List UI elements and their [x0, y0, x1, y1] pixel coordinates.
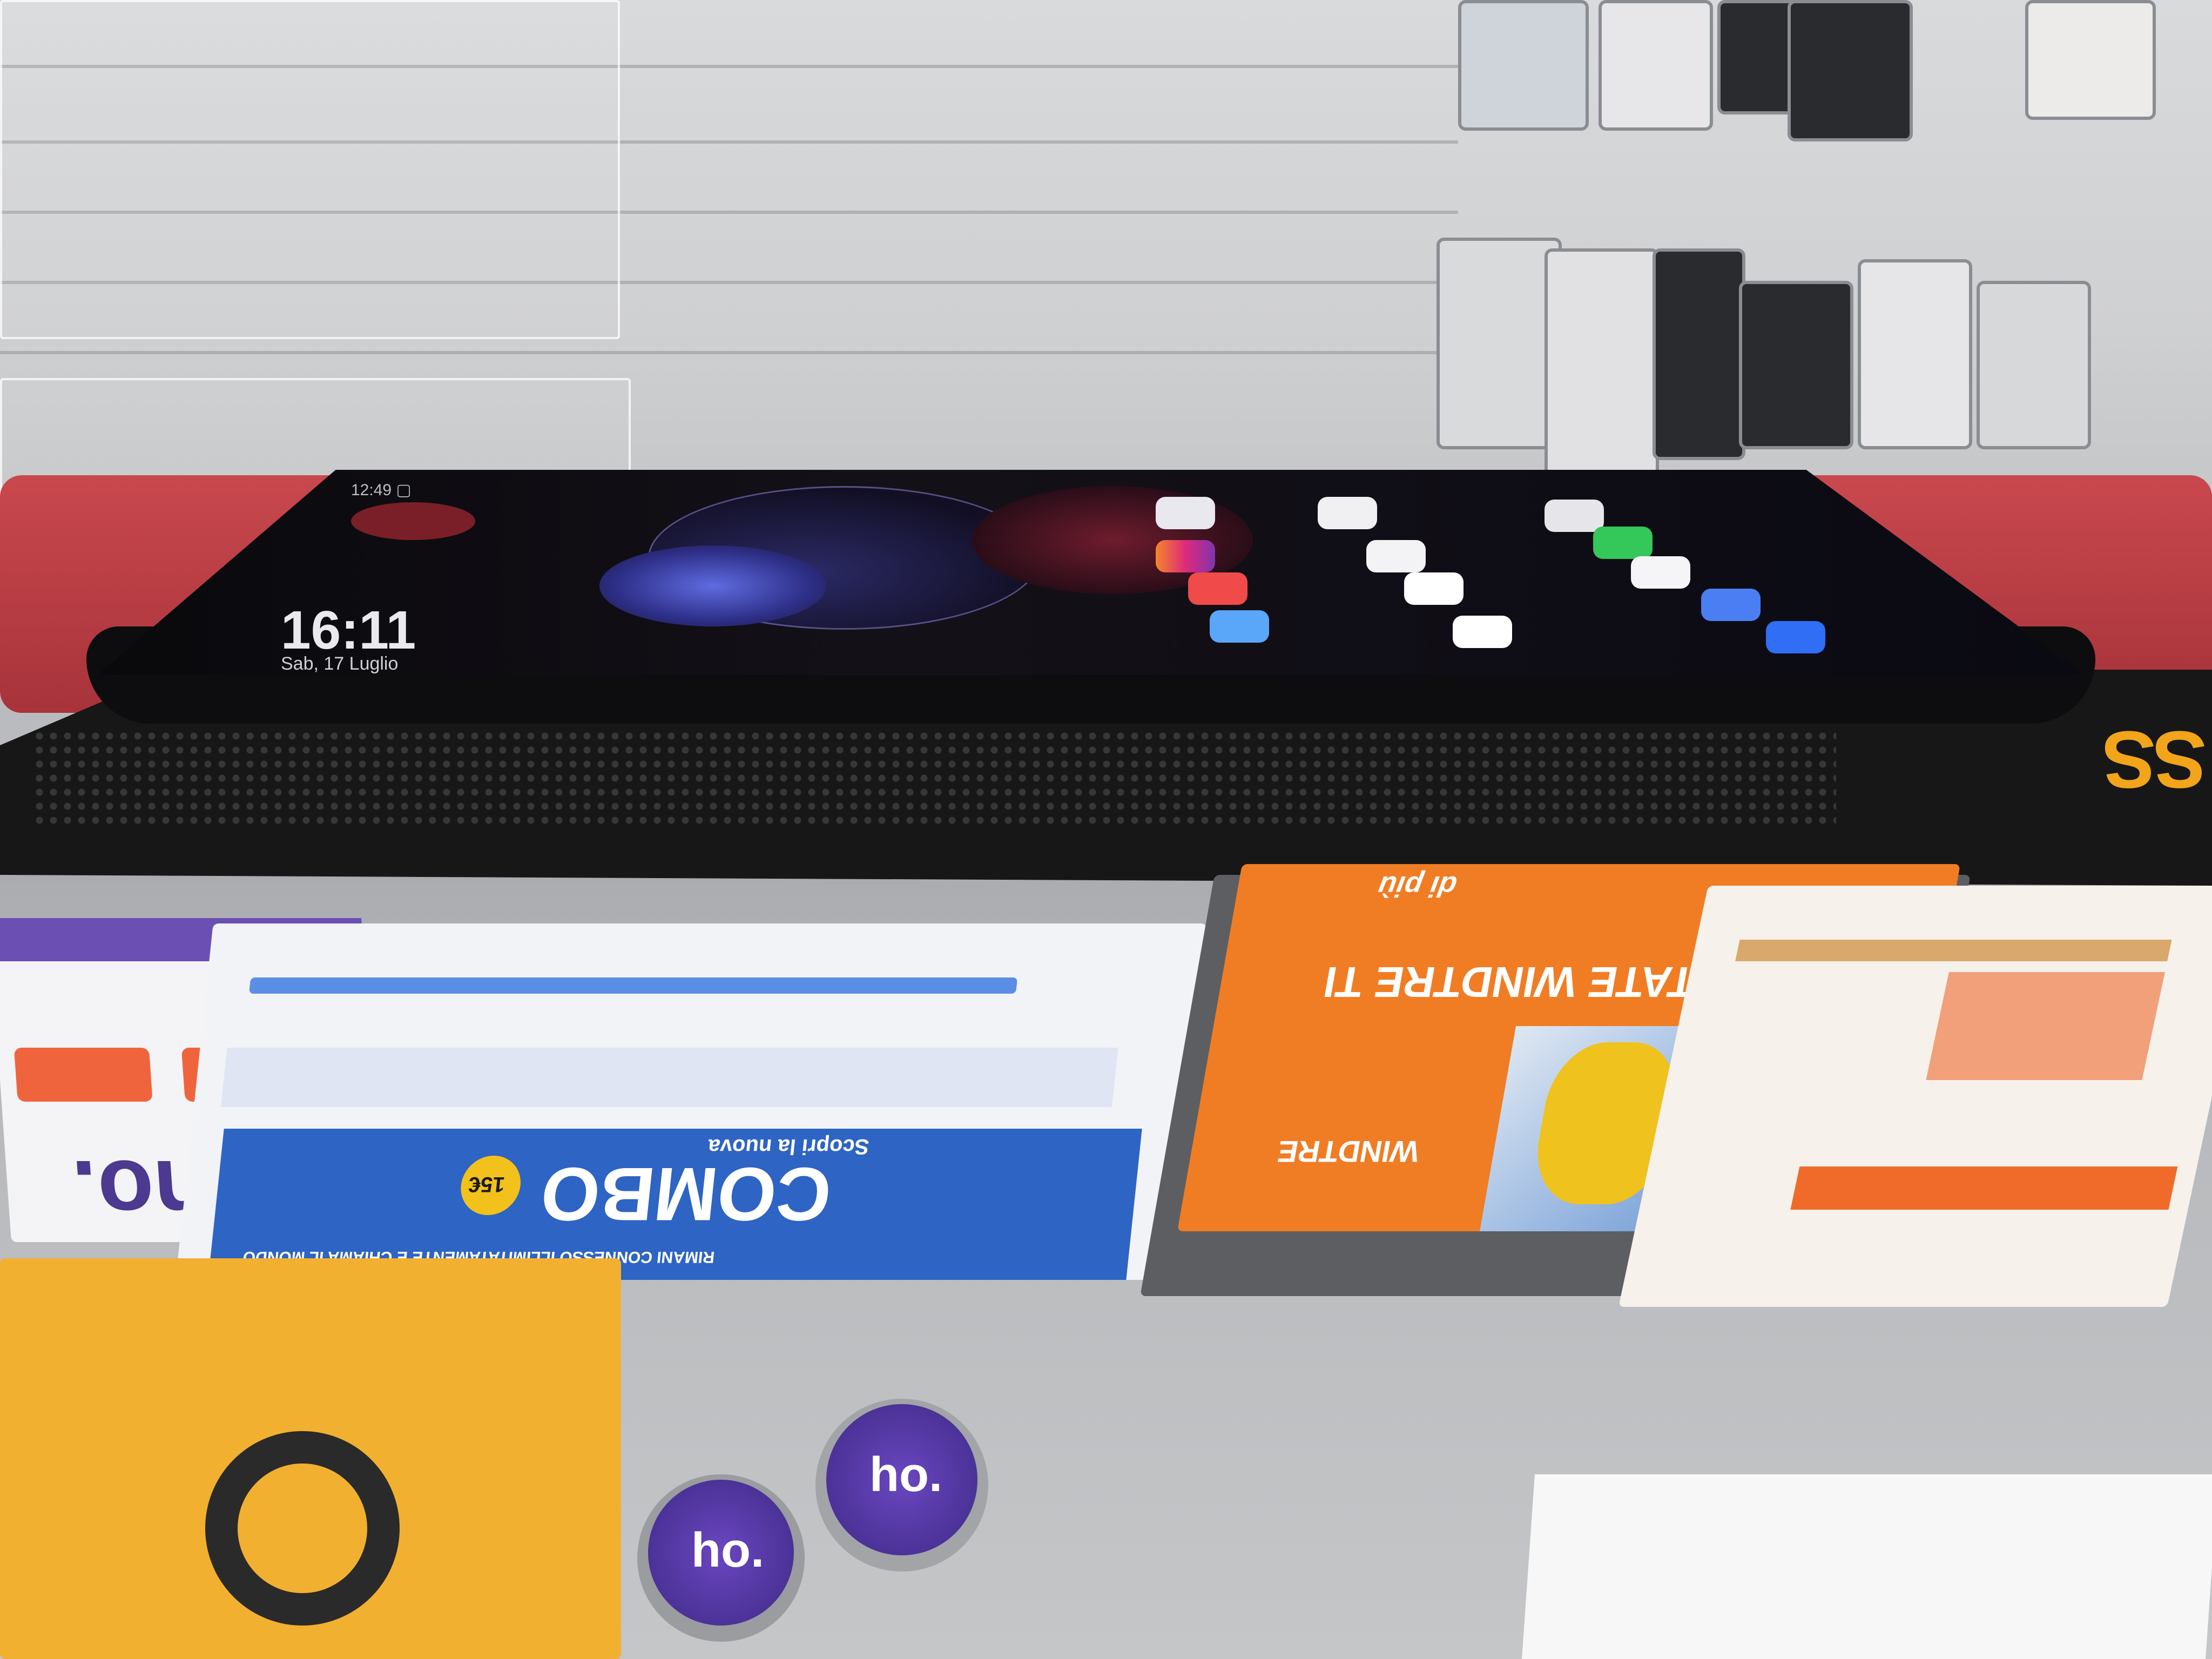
- combo-title: COMBO: [536, 1152, 835, 1237]
- price-badge: [14, 1048, 153, 1102]
- google-icon[interactable]: [1404, 572, 1464, 605]
- google-photos-icon[interactable]: [1366, 540, 1426, 572]
- accessory-package: [1653, 248, 1745, 460]
- app-icon[interactable]: [1701, 589, 1761, 621]
- status-bar-text: 12:49 ▢: [351, 481, 412, 499]
- music-icon[interactable]: [1188, 572, 1247, 605]
- app-icon[interactable]: [1766, 621, 1825, 653]
- mat-logo: SS: [2105, 714, 2207, 805]
- phone-icon[interactable]: [1593, 527, 1653, 559]
- accessory-package: [1977, 281, 2091, 449]
- accessory-package: [1458, 0, 1589, 131]
- accessory-package: [1858, 259, 1972, 449]
- yellow-card: [0, 1258, 621, 1659]
- date: Sab, 17 Luglio: [281, 653, 399, 674]
- white-paper: [1522, 1474, 2212, 1659]
- instagram-icon[interactable]: [1156, 540, 1215, 572]
- combo-price-badge: 15€: [457, 1156, 524, 1215]
- wallpaper-planet: [351, 502, 475, 540]
- accessory-package: [1739, 281, 1853, 449]
- accessory-package: [2025, 0, 2156, 120]
- windtre-tag: di più: [1375, 870, 1459, 902]
- play-store-icon[interactable]: [1318, 497, 1377, 529]
- gallery-icon[interactable]: [1210, 610, 1269, 643]
- flyer-footer: [1790, 1166, 2178, 1210]
- acrylic-panel: [0, 0, 620, 339]
- flyer-block: [1926, 972, 2165, 1080]
- price-flyer: [1618, 886, 2212, 1307]
- accessory-package: [1437, 238, 1562, 449]
- gmail-icon[interactable]: [1453, 616, 1512, 648]
- wallpaper-planet: [599, 545, 826, 626]
- windtre-brand: WINDTRE: [1274, 1135, 1422, 1169]
- combo-subtitle: Scopri la nuova: [706, 1135, 871, 1158]
- app-icon[interactable]: [1545, 500, 1604, 532]
- flyer-table: [220, 1048, 1118, 1107]
- ho-pin: ho.: [826, 1404, 977, 1555]
- yellow-card-logo: [205, 1431, 400, 1626]
- app-icon-folder[interactable]: [1156, 497, 1215, 529]
- wall-slat: [0, 351, 1458, 354]
- chrome-icon[interactable]: [1631, 556, 1690, 589]
- ho-pin: ho.: [648, 1480, 794, 1626]
- clock: 16:11: [281, 600, 416, 660]
- accessory-package: [1599, 0, 1713, 131]
- flyer-stripe: [1735, 940, 2172, 961]
- accessory-package: [1788, 0, 1913, 141]
- accessory-package: [1545, 248, 1659, 482]
- combo-flyer: COMBO Scopri la nuova 15€ RIMANI CONNESS…: [176, 923, 1207, 1280]
- flyer-stripe: [249, 977, 1018, 994]
- mat-perforation: [32, 729, 1836, 826]
